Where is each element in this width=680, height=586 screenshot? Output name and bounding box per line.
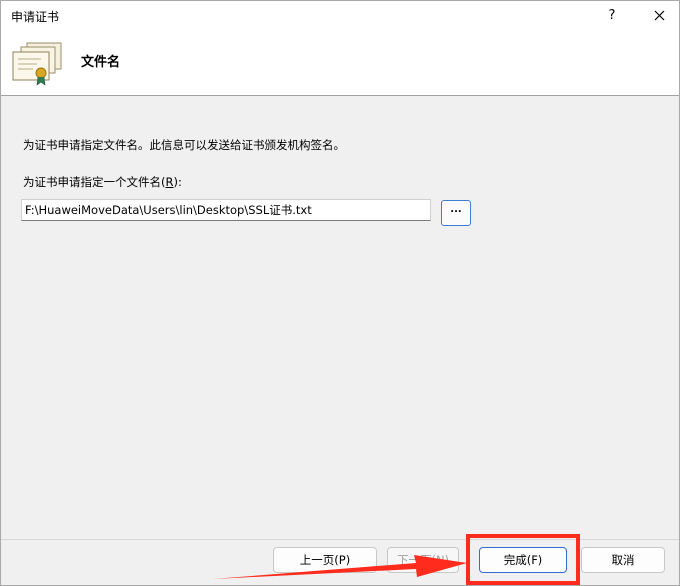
- browse-button[interactable]: ...: [441, 200, 471, 226]
- page-title: 文件名: [81, 55, 121, 70]
- next-button[interactable]: 下一页(N): [387, 547, 459, 573]
- apply-certificate-dialog: 申请证书 ? 文件名 为证书申请指定文件名。此信息可以发送给证书颁发机构签名。 …: [0, 0, 680, 586]
- help-button[interactable]: ?: [601, 5, 623, 27]
- description-text: 为证书申请指定文件名。此信息可以发送给证书颁发机构签名。: [23, 138, 345, 152]
- filename-label-accesskey: R: [165, 175, 174, 189]
- cancel-button[interactable]: 取消: [581, 547, 665, 573]
- certificate-icon: [12, 42, 62, 86]
- finish-button[interactable]: 完成(F): [479, 547, 567, 573]
- footer-divider: [1, 539, 679, 540]
- filename-input[interactable]: [21, 199, 431, 221]
- close-button[interactable]: [647, 5, 671, 27]
- title-bar: 申请证书 ?: [1, 1, 679, 31]
- close-icon: [654, 10, 664, 21]
- filename-label-prefix: 为证书申请指定一个文件名(: [23, 175, 166, 189]
- back-button[interactable]: 上一页(P): [273, 547, 377, 573]
- filename-label: 为证书申请指定一个文件名(R):: [23, 174, 182, 190]
- wizard-header: 文件名: [1, 31, 679, 96]
- window-title: 申请证书: [11, 10, 60, 24]
- filename-label-suffix: ):: [173, 175, 182, 189]
